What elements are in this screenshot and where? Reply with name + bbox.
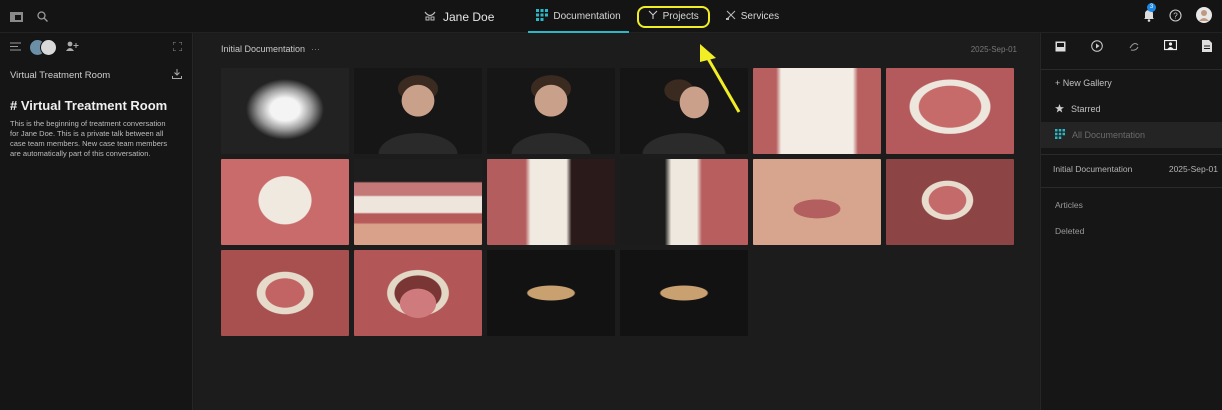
star-icon [1055, 103, 1064, 115]
tab-projects-label: Projects [662, 11, 699, 22]
scan-3d-icon[interactable] [1128, 39, 1140, 57]
folder-icon[interactable] [10, 9, 23, 27]
photo-thumbnail[interactable] [354, 159, 482, 245]
photo-thumbnail[interactable] [620, 250, 748, 336]
help-icon[interactable]: ? [1169, 8, 1182, 27]
photo-thumbnail[interactable] [886, 159, 1014, 245]
all-documentation-item[interactable]: All Documentation [1041, 122, 1222, 148]
photo-gallery [221, 68, 1014, 336]
notification-badge: 3 [1147, 3, 1156, 12]
play-icon[interactable] [1090, 39, 1103, 57]
team-avatars[interactable] [29, 38, 57, 56]
svg-text:?: ? [1173, 11, 1178, 20]
documentation-entry-date: 2025-Sep-01 [1168, 164, 1218, 174]
photo-thumbnail[interactable] [221, 250, 349, 336]
tab-services-label: Services [740, 11, 780, 22]
search-icon[interactable] [37, 9, 48, 27]
document-icon[interactable] [1202, 39, 1212, 57]
user-avatar[interactable] [1196, 7, 1212, 28]
photo-thumbnail[interactable] [886, 68, 1014, 154]
gallery-title: Initial Documentation [221, 44, 306, 54]
grid-icon [536, 9, 549, 24]
tab-services[interactable]: Services [718, 0, 787, 33]
photo-thumbnail[interactable] [487, 159, 615, 245]
top-bar: Jane Doe Documentation Projects Services… [0, 0, 1222, 33]
photo-thumbnail[interactable] [487, 68, 615, 154]
patient-name: Jane Doe [443, 9, 495, 24]
photo-thumbnail[interactable] [354, 250, 482, 336]
room-label: Virtual Treatment Room [10, 70, 111, 81]
menu-icon[interactable] [10, 38, 21, 56]
tab-documentation[interactable]: Documentation [528, 0, 629, 33]
photo-thumbnail[interactable] [487, 250, 615, 336]
tab-documentation-label: Documentation [553, 11, 621, 22]
patient-selector[interactable]: Jane Doe [424, 10, 494, 24]
starred-item[interactable]: Starred [1041, 96, 1222, 122]
presentation-icon[interactable] [1164, 39, 1178, 57]
all-documentation-label: All Documentation [1072, 130, 1146, 140]
right-panel: + New Gallery Starred All Documentation … [1040, 33, 1222, 410]
documentation-entry[interactable]: Initial Documentation 2025-Sep-01 [1041, 157, 1222, 181]
expand-icon[interactable] [172, 38, 183, 56]
room-title: # Virtual Treatment Room [10, 98, 168, 113]
room-description: This is the beginning of treatment conve… [10, 119, 168, 158]
left-panel: Virtual Treatment Room # Virtual Treatme… [0, 33, 193, 410]
deleted-item[interactable]: Deleted [1041, 218, 1222, 244]
photo-thumbnail[interactable] [620, 68, 748, 154]
tools-icon [725, 10, 736, 23]
more-options-button[interactable]: ··· [311, 44, 320, 54]
articles-item[interactable]: Articles [1041, 192, 1222, 218]
starred-label: Starred [1071, 104, 1101, 114]
new-gallery-button[interactable]: + New Gallery [1041, 70, 1222, 96]
photo-thumbnail[interactable] [753, 159, 881, 245]
photo-thumbnail[interactable] [620, 159, 748, 245]
notification-icon[interactable]: 3 [1143, 3, 1156, 27]
patient-icon [424, 10, 436, 24]
photo-thumbnail[interactable] [753, 68, 881, 154]
documentation-entry-title: Initial Documentation [1053, 164, 1133, 174]
tab-projects[interactable]: Projects [636, 5, 710, 28]
new-gallery-label: + New Gallery [1055, 78, 1112, 88]
avatar [40, 38, 57, 56]
main-area: Initial Documentation ··· 2025-Sep-01 [194, 33, 1039, 410]
gallery-date: 2025-Sep-01 [970, 44, 1017, 54]
add-member-icon[interactable] [65, 38, 79, 56]
grid-icon [1055, 129, 1065, 141]
branch-icon [648, 10, 658, 23]
download-icon[interactable] [172, 69, 182, 82]
photo-thumbnail[interactable] [221, 68, 349, 154]
image-icon[interactable] [1055, 39, 1066, 57]
photo-thumbnail[interactable] [221, 159, 349, 245]
photo-thumbnail[interactable] [354, 68, 482, 154]
